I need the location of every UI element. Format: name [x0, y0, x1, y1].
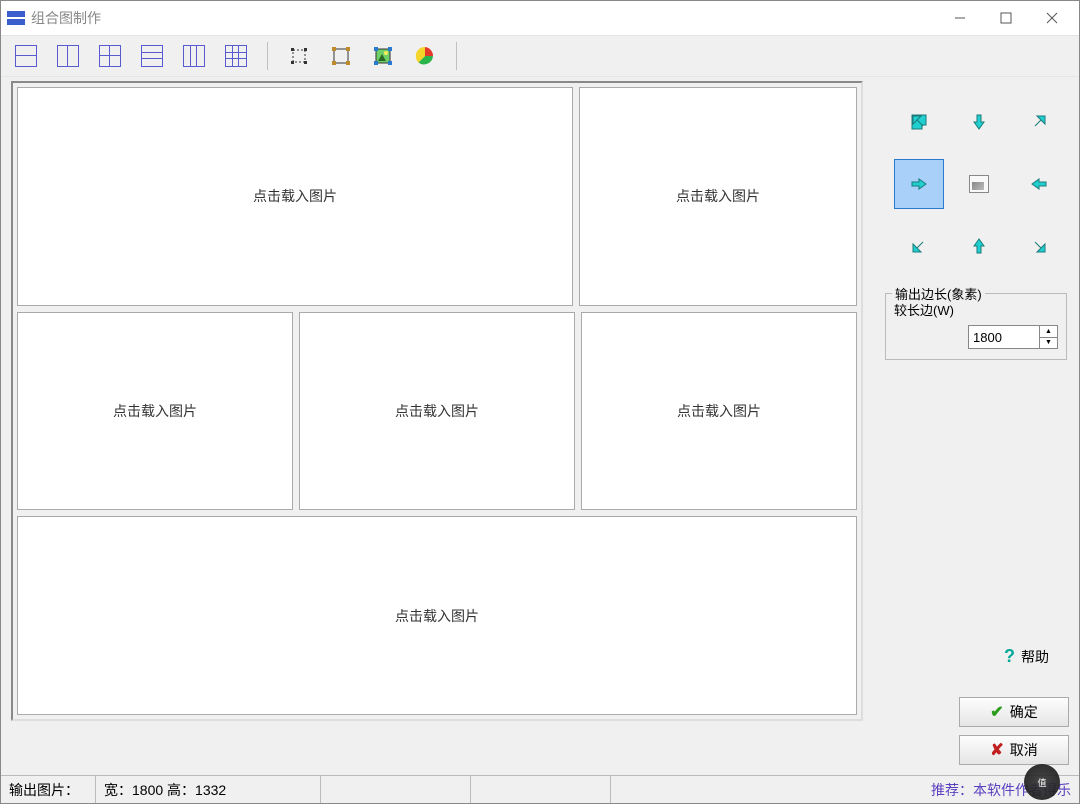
help-link[interactable]: ? 帮助: [885, 646, 1073, 667]
image-slot[interactable]: 点击载入图片: [17, 312, 293, 511]
image-slot[interactable]: 点击载入图片: [299, 312, 575, 511]
crop-tool-button[interactable]: [284, 42, 314, 70]
anchor-left[interactable]: [894, 159, 944, 209]
long-side-input[interactable]: [969, 326, 1039, 348]
frame-tool-button[interactable]: [326, 42, 356, 70]
image-slot[interactable]: 点击载入图片: [17, 516, 857, 715]
app-icon: [7, 11, 25, 25]
layout-3x1v-button[interactable]: [179, 42, 209, 70]
image-slot[interactable]: 点击载入图片: [579, 87, 857, 306]
status-output-label: 输出图片：: [1, 776, 96, 803]
maximize-button[interactable]: [983, 3, 1029, 33]
anchor-top-left[interactable]: [894, 97, 944, 147]
status-dimensions: 宽：1800 高：1332: [96, 776, 321, 803]
status-cell: [321, 776, 471, 803]
layout-1x2h-button[interactable]: [11, 42, 41, 70]
output-size-group: 输出边长(象素) 较长边(W) ▲▼: [885, 293, 1067, 360]
status-cell: [471, 776, 611, 803]
long-side-spinner[interactable]: ▲▼: [968, 325, 1058, 349]
anchor-grid: [885, 97, 1073, 271]
status-bar: 输出图片： 宽：1800 高：1332 推荐：本软件作者得乐: [1, 775, 1079, 803]
window: 组合图制作 点击载入图片: [0, 0, 1080, 804]
color-tool-button[interactable]: [410, 42, 440, 70]
image-slot[interactable]: 点击载入图片: [17, 87, 573, 306]
anchor-top[interactable]: [954, 97, 1004, 147]
toolbar-separator: [267, 42, 268, 70]
check-icon: ✔: [990, 702, 1003, 722]
canvas-area: 点击载入图片 点击载入图片 点击载入图片 点击载入图片 点击载入图片 点击载入图…: [1, 77, 879, 775]
layout-2x1v-button[interactable]: [53, 42, 83, 70]
anchor-bottom-right[interactable]: [1014, 221, 1064, 271]
image-frame-button[interactable]: [368, 42, 398, 70]
toolbar-separator: [456, 42, 457, 70]
anchor-bottom-left[interactable]: [894, 221, 944, 271]
anchor-right[interactable]: [1014, 159, 1064, 209]
close-button[interactable]: [1029, 3, 1075, 33]
body: 点击载入图片 点击载入图片 点击载入图片 点击载入图片 点击载入图片 点击载入图…: [1, 77, 1079, 775]
anchor-center[interactable]: [954, 159, 1004, 209]
minimize-button[interactable]: [937, 3, 983, 33]
anchor-top-right[interactable]: [1014, 97, 1064, 147]
dialog-buttons: ✔确定 ✘取消: [885, 697, 1073, 765]
spinner-buttons[interactable]: ▲▼: [1039, 326, 1057, 348]
image-slot[interactable]: 点击载入图片: [581, 312, 857, 511]
output-size-label: 输出边长(象素): [892, 284, 985, 303]
anchor-bottom[interactable]: [954, 221, 1004, 271]
image-icon: [969, 175, 989, 193]
window-title: 组合图制作: [31, 8, 101, 28]
layout-1x3h-button[interactable]: [137, 42, 167, 70]
x-icon: ✘: [990, 740, 1003, 760]
collage-canvas: 点击载入图片 点击载入图片 点击载入图片 点击载入图片 点击载入图片 点击载入图…: [11, 81, 863, 721]
titlebar: 组合图制作: [1, 1, 1079, 35]
layout-2x2-button[interactable]: [95, 42, 125, 70]
cancel-button[interactable]: ✘取消: [959, 735, 1069, 765]
ok-button[interactable]: ✔确定: [959, 697, 1069, 727]
side-panel: 输出边长(象素) 较长边(W) ▲▼ ? 帮助 ✔确定 ✘取消: [879, 77, 1079, 775]
help-icon: ?: [1004, 646, 1015, 667]
status-link[interactable]: 推荐：本软件作者得乐: [611, 776, 1079, 803]
layout-3x3-button[interactable]: [221, 42, 251, 70]
help-label: 帮助: [1021, 647, 1049, 667]
toolbar: [1, 35, 1079, 77]
